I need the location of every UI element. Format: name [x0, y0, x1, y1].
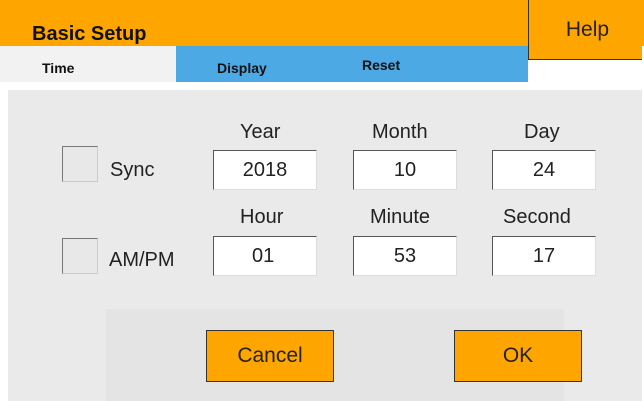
sync-checkbox[interactable] [62, 146, 98, 182]
tab-reset[interactable]: Reset [326, 46, 528, 82]
tab-time[interactable]: Time [0, 46, 176, 82]
year-label: Year [240, 121, 281, 143]
page-title: Basic Setup [32, 23, 147, 45]
year-field[interactable]: 2018 [213, 150, 317, 190]
second-label: Second [503, 206, 571, 228]
ok-button[interactable]: OK [454, 330, 582, 382]
sync-label: Sync [110, 159, 155, 181]
second-field[interactable]: 17 [492, 236, 596, 276]
tab-display[interactable]: Display [176, 46, 326, 82]
month-label: Month [372, 121, 428, 143]
minute-field[interactable]: 53 [353, 236, 457, 276]
ampm-checkbox[interactable] [62, 238, 98, 274]
ampm-label: AM/PM [109, 249, 175, 271]
hour-field[interactable]: 01 [213, 236, 317, 276]
hour-label: Hour [240, 206, 284, 228]
cancel-button[interactable]: Cancel [206, 330, 334, 382]
day-label: Day [524, 121, 560, 143]
day-field[interactable]: 24 [492, 150, 596, 190]
minute-label: Minute [370, 206, 431, 228]
help-button[interactable]: Help [528, 0, 642, 60]
month-field[interactable]: 10 [353, 150, 457, 190]
